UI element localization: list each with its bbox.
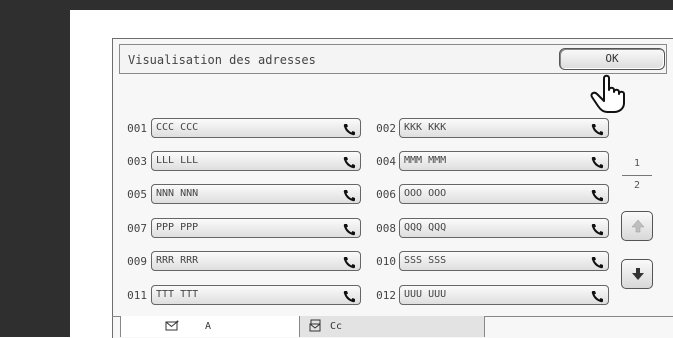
address-entry-button[interactable]: LLL LLL <box>151 151 361 171</box>
tab-cc[interactable]: Cc <box>300 316 485 337</box>
address-entry-button[interactable]: NNN NNN <box>151 184 361 204</box>
entry-number: 012 <box>376 289 396 302</box>
entry-name: LLL LLL <box>156 155 199 166</box>
top-dark-bar <box>70 0 673 10</box>
address-entry-button[interactable]: UUU UUU <box>399 285 609 305</box>
tab-to[interactable]: A <box>120 316 300 337</box>
phone-icon <box>591 121 604 140</box>
entry-name: QQQ QQQ <box>404 222 447 233</box>
entry-name: TTT TTT <box>156 289 199 300</box>
entry-number: 008 <box>376 222 396 235</box>
entry-name: CCC CCC <box>156 122 199 133</box>
phone-icon <box>343 288 356 307</box>
page-total: 2 <box>633 180 641 191</box>
tab-to-label: A <box>205 321 212 332</box>
entry-name: NNN NNN <box>156 188 199 199</box>
scroll-up-button[interactable] <box>621 211 653 241</box>
phone-icon <box>343 154 356 173</box>
hand-pointer-icon <box>588 74 634 118</box>
entry-number: 005 <box>127 188 147 201</box>
entry-number: 002 <box>376 122 396 135</box>
entry-number: 010 <box>376 255 396 268</box>
address-entry-button[interactable]: MMM MMM <box>399 151 609 171</box>
address-entry-button[interactable]: OOO OOO <box>399 184 609 204</box>
entry-number: 007 <box>127 222 147 235</box>
address-entry-button[interactable]: KKK KKK <box>399 118 609 138</box>
entry-number: 006 <box>376 188 396 201</box>
entry-number: 003 <box>127 155 147 168</box>
phone-icon <box>591 187 604 206</box>
entry-name: KKK KKK <box>404 122 447 133</box>
address-entry-button[interactable]: PPP PPP <box>151 218 361 238</box>
entry-name: OOO OOO <box>404 188 447 199</box>
entry-number: 004 <box>376 155 396 168</box>
address-entry-button[interactable]: CCC CCC <box>151 118 361 138</box>
panel-title: Visualisation des adresses <box>128 53 316 67</box>
phone-icon <box>343 187 356 206</box>
address-entry-button[interactable]: RRR RRR <box>151 251 361 271</box>
address-entry-button[interactable]: SSS SSS <box>399 251 609 271</box>
entry-number: 001 <box>127 122 147 135</box>
address-entry-button[interactable]: TTT TTT <box>151 285 361 305</box>
phone-icon <box>343 254 356 273</box>
page-current: 1 <box>633 158 641 169</box>
left-dark-bar <box>0 0 70 337</box>
entry-name: UUU UUU <box>404 289 447 300</box>
phone-icon <box>591 221 604 240</box>
envelope-icon <box>165 320 179 331</box>
scroll-down-button[interactable] <box>621 259 653 289</box>
phone-icon <box>591 288 604 307</box>
phone-icon <box>343 221 356 240</box>
phone-icon <box>591 154 604 173</box>
address-entry-button[interactable]: QQQ QQQ <box>399 218 609 238</box>
entry-name: SSS SSS <box>404 255 447 266</box>
entry-number: 009 <box>127 255 147 268</box>
entry-number: 011 <box>127 289 147 302</box>
multi-envelope-icon <box>309 319 321 332</box>
ok-button[interactable]: OK <box>559 48 665 70</box>
page-divider <box>622 175 652 176</box>
entry-name: PPP PPP <box>156 222 199 233</box>
entry-name: RRR RRR <box>156 255 199 266</box>
tab-cc-label: Cc <box>330 321 343 332</box>
phone-icon <box>343 121 356 140</box>
arrow-up-icon <box>631 219 645 233</box>
entry-name: MMM MMM <box>404 155 447 166</box>
phone-icon <box>591 254 604 273</box>
arrow-down-icon <box>632 268 644 280</box>
